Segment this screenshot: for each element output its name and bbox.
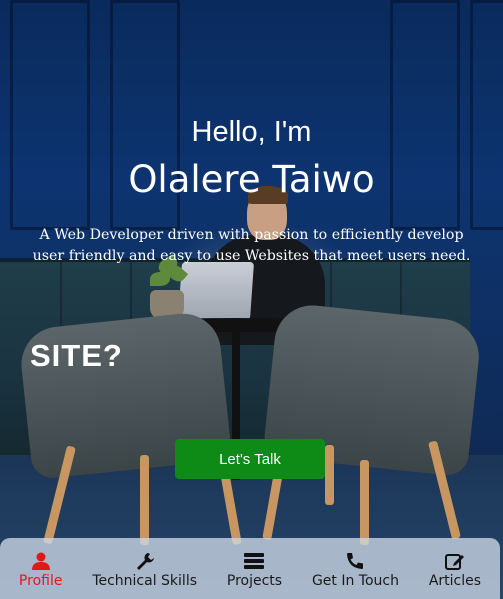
greeting-text: Hello, I'm (191, 116, 312, 148)
nav-item-technical-skills[interactable]: Technical Skills (92, 548, 197, 589)
nav-item-label: Articles (428, 573, 482, 589)
tagline: A Web Developer driven with passion to e… (32, 227, 471, 264)
nav-item-get-in-touch[interactable]: Get In Touch (312, 548, 399, 589)
nav-item-profile[interactable]: Profile (18, 548, 63, 589)
nav-item-projects[interactable]: Projects (227, 548, 282, 589)
nav-item-label: Profile (18, 573, 63, 589)
laptop (177, 262, 255, 320)
wrench-icon (136, 553, 154, 570)
stack-icon (244, 553, 265, 569)
user-icon (31, 552, 50, 570)
chair-leg (360, 460, 369, 545)
hero-section: SITE? (0, 0, 503, 599)
nav-item-label: Projects (226, 573, 283, 589)
nav-item-label: Technical Skills (92, 573, 198, 589)
lets-talk-button[interactable]: Let's Talk (175, 439, 325, 479)
chair-leg (140, 455, 149, 545)
edit-icon (444, 554, 464, 570)
chair-leg (325, 445, 334, 505)
nav-item-articles[interactable]: Articles (429, 548, 481, 589)
bottom-nav: Profile Technical Skills Projects Get In… (0, 538, 500, 599)
background-slide-text: SITE? (30, 338, 123, 373)
page-title: Olalere Taiwo (128, 158, 375, 201)
phone-icon (347, 553, 364, 569)
nav-item-label: Get In Touch (311, 573, 399, 589)
